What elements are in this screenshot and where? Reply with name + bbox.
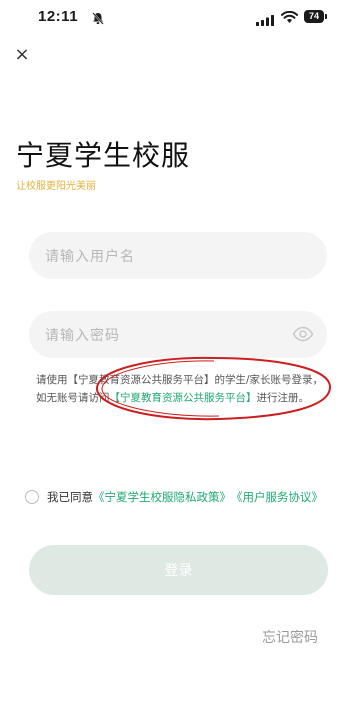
terms-link[interactable]: 《用户服务协议》 xyxy=(231,489,323,505)
login-button[interactable]: 登录 xyxy=(29,545,328,595)
agree-prefix: 我已同意 xyxy=(47,490,93,504)
privacy-policy-link[interactable]: 《宁夏学生校服隐私政策》 xyxy=(93,489,231,505)
wifi-icon xyxy=(281,9,298,28)
platform-link[interactable]: 【宁夏教育资源公共服务平台】 xyxy=(110,392,257,404)
login-info-text: 请使用【宁夏教育资源公共服务平台】的学生/家长账号登录，如无账号请访问【宁夏教育… xyxy=(36,371,326,407)
username-input[interactable] xyxy=(43,232,287,281)
battery-tip xyxy=(325,14,327,19)
bell-mute-icon xyxy=(92,10,104,29)
username-field-container xyxy=(29,232,327,281)
signal-icon xyxy=(256,11,274,30)
agree-checkbox[interactable] xyxy=(25,490,39,504)
app-subtitle: 让校服更阳光美丽 xyxy=(16,181,96,192)
forgot-password-link[interactable]: 忘记密码 xyxy=(262,627,318,647)
agreement-row: 我已同意 《宁夏学生校服隐私政策》 《用户服务协议》 xyxy=(25,487,323,507)
battery-icon: 74 xyxy=(304,10,324,23)
close-icon[interactable]: × xyxy=(12,45,32,65)
status-time: 12:11 xyxy=(38,8,79,25)
status-bar: 12:11 74 xyxy=(0,0,360,36)
password-input[interactable] xyxy=(43,311,287,360)
info-suffix: 进行注册。 xyxy=(256,392,310,404)
eye-icon[interactable] xyxy=(292,326,314,342)
app-title: 宁夏学生校服 xyxy=(16,139,191,172)
password-field-container xyxy=(29,311,327,360)
